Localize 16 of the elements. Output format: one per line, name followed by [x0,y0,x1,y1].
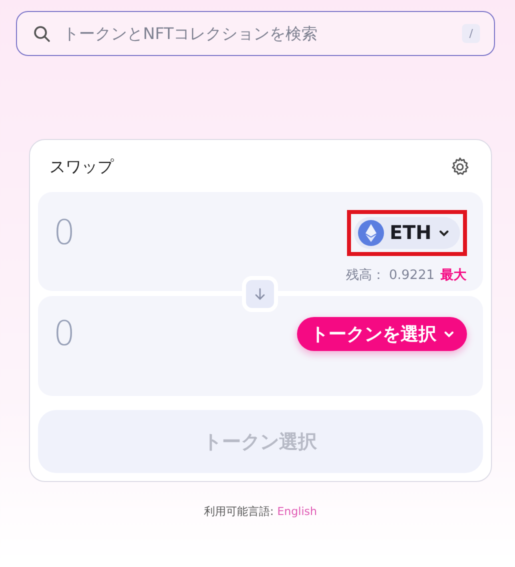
search-input[interactable]: トークンとNFTコレクションを検索 [61,23,452,44]
swap-title: スワップ [50,156,114,178]
shortcut-key: / [462,24,480,43]
amount-input[interactable]: 0 [54,314,76,354]
max-button[interactable]: 最大 [440,266,466,284]
balance-text: 残高： 0.9221 [346,267,434,284]
language-note: 利用可能言語: English [204,504,317,519]
search-field[interactable]: トークンとNFTコレクションを検索 / [16,11,495,56]
arrow-down-icon [254,288,266,300]
switch-button[interactable] [242,276,278,312]
amount-input[interactable]: 0 [54,213,76,253]
select-token-button[interactable]: トークンを選択 [296,317,466,351]
token-selector[interactable]: ETH [354,217,460,249]
ethereum-icon [358,220,384,246]
search-icon [33,24,51,42]
language-link[interactable]: English [277,505,317,518]
